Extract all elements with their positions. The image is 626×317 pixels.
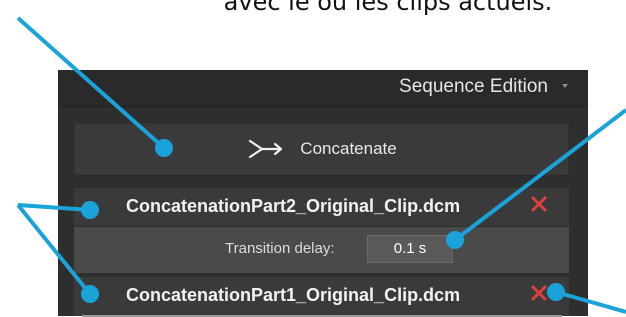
callout-line-remove — [555, 290, 626, 314]
annotation-overlay — [16, 16, 626, 314]
callout-dot-clip-1 — [81, 201, 99, 219]
callout-dot-clip-2 — [81, 285, 99, 303]
callout-dot-concatenate — [155, 139, 173, 157]
callout-line-clip-2 — [16, 203, 92, 296]
callout-line-transition — [453, 108, 626, 242]
callout-dot-transition — [446, 231, 464, 249]
callout-line-clip-1 — [17, 203, 91, 212]
callout-dot-remove — [547, 283, 565, 301]
callout-line-concatenate — [16, 16, 166, 150]
